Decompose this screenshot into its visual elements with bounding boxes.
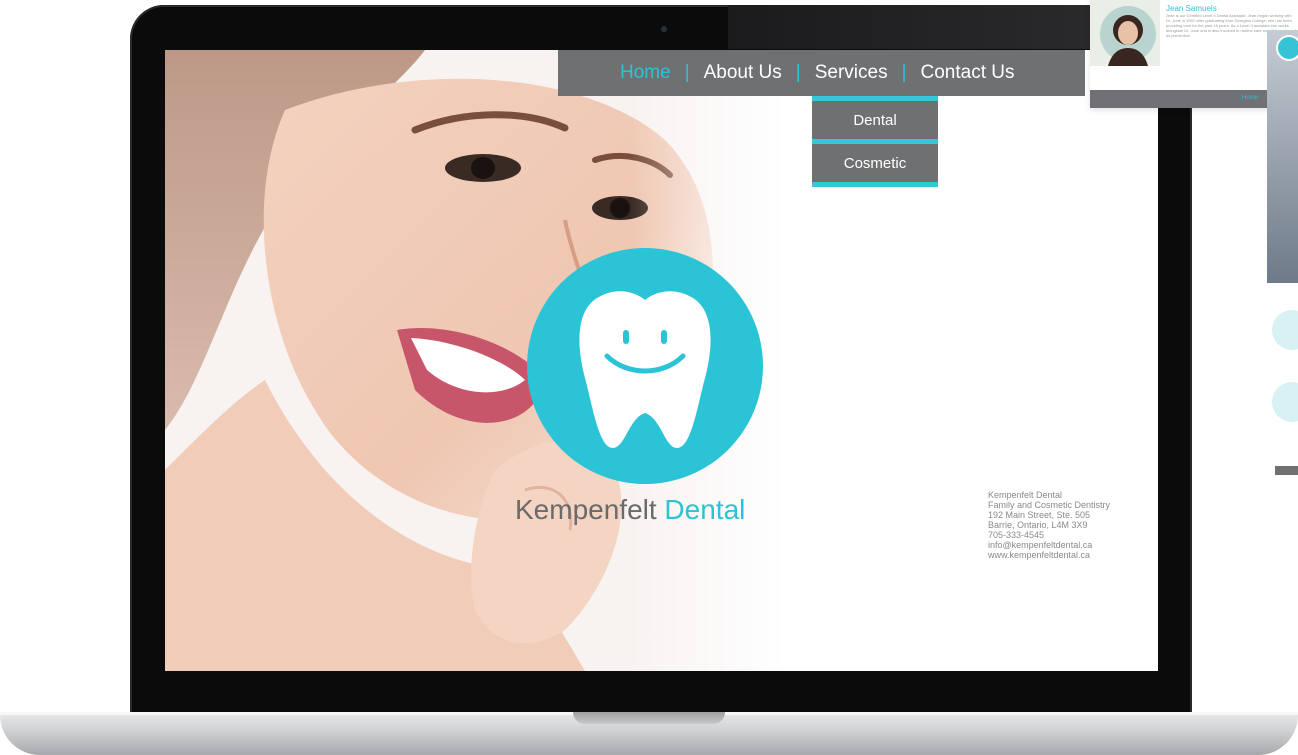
side-tooth-logo-icon bbox=[1276, 35, 1298, 61]
contact-email: info@kempenfeltdental.ca bbox=[988, 540, 1093, 550]
profile-footer-link[interactable]: Home bbox=[1242, 95, 1258, 101]
staff-photo bbox=[1090, 0, 1160, 66]
brand-name-primary: Kempenfelt bbox=[515, 494, 657, 525]
brand-name-accent: Dental bbox=[664, 494, 746, 525]
nav-services[interactable]: Services bbox=[815, 62, 888, 84]
contact-street: 192 Main Street, Ste. 505 bbox=[988, 510, 1091, 520]
dropdown-divider bbox=[812, 182, 938, 187]
nav-separator: | bbox=[901, 62, 907, 83]
nav-about-us[interactable]: About Us bbox=[704, 62, 782, 84]
nav-home[interactable]: Home bbox=[620, 62, 671, 84]
contact-website: www.kempenfeltdental.ca bbox=[988, 550, 1091, 560]
contact-tagline: Family and Cosmetic Dentistry bbox=[988, 500, 1111, 510]
brand-name: Kempenfelt Dental bbox=[515, 494, 745, 526]
contact-city: Barrie, Ontario, L4M 3X9 bbox=[988, 520, 1088, 530]
side-nav-bar bbox=[1275, 466, 1298, 475]
main-navigation: Home | About Us | Services | Contact Us bbox=[558, 50, 1085, 96]
camera-icon bbox=[661, 26, 667, 32]
side-circle-button bbox=[1272, 382, 1298, 422]
contact-info: Kempenfelt Dental Family and Cosmetic De… bbox=[988, 490, 1110, 560]
contact-practice-name: Kempenfelt Dental bbox=[988, 490, 1063, 500]
side-circle-button bbox=[1272, 310, 1298, 350]
nav-contact-us[interactable]: Contact Us bbox=[921, 62, 1015, 84]
contact-phone: 705-333-4545 bbox=[988, 530, 1045, 540]
nav-separator: | bbox=[795, 62, 801, 83]
services-dropdown: Dental Cosmetic bbox=[812, 96, 938, 187]
side-page-photo bbox=[1267, 30, 1298, 283]
website-screen: Home | About Us | Services | Contact Us … bbox=[165, 50, 1158, 671]
nav-separator: | bbox=[684, 62, 690, 83]
staff-name: Jean Samuels bbox=[1166, 4, 1217, 13]
dropdown-item-dental[interactable]: Dental bbox=[812, 101, 938, 139]
dropdown-item-cosmetic[interactable]: Cosmetic bbox=[812, 144, 938, 182]
tooth-logo-icon bbox=[527, 248, 763, 484]
laptop-notch bbox=[573, 712, 725, 724]
